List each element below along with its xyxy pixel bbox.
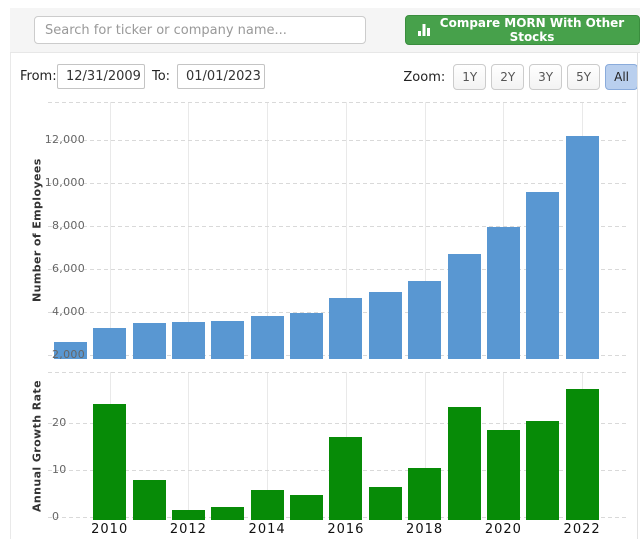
employees-plot-top-border — [48, 102, 628, 103]
growth-bar-2020 — [487, 430, 520, 521]
x-tick-label-2020: 2020 — [473, 522, 533, 537]
dashed-gridline — [48, 140, 628, 141]
y-tick-label: 12,000 — [38, 133, 85, 147]
growth-bar-2010 — [93, 404, 126, 521]
employees-bar-2019 — [448, 254, 481, 359]
x-tick-label-2016: 2016 — [316, 522, 376, 537]
growth-bar-2019 — [448, 407, 481, 520]
growth-bar-2012 — [172, 510, 205, 520]
growth-bar-2018 — [408, 468, 441, 520]
y-tick-label: 4,000 — [38, 305, 85, 319]
growth-bar-2011 — [133, 480, 166, 520]
employees-bar-2011 — [133, 323, 166, 359]
employees-bar-2018 — [408, 281, 441, 359]
employees-growth-charts: Number of Employees Annual Growth Rate 2… — [0, 0, 640, 539]
growth-bar-2016 — [329, 437, 362, 520]
y-tick-label: 20 — [52, 416, 92, 430]
employees-bar-2021 — [526, 192, 559, 359]
y-tick-label: 10,000 — [38, 176, 85, 190]
growth-bar-2013 — [211, 507, 244, 520]
growth-bar-2014 — [251, 490, 284, 520]
x-tick-label-2012: 2012 — [158, 522, 218, 537]
y-tick-label: 10 — [52, 463, 92, 477]
growth-plot-top-border — [48, 372, 628, 373]
page: Compare MORN With Other Stocks From: To:… — [0, 0, 640, 539]
x-tick-label-2010: 2010 — [80, 522, 140, 537]
growth-bar-2015 — [290, 495, 323, 520]
y-tick-label: 2,000 — [38, 348, 85, 362]
x-tick-label-2018: 2018 — [395, 522, 455, 537]
employees-bar-2020 — [487, 227, 520, 359]
growth-bar-2021 — [526, 421, 559, 520]
employees-bar-2016 — [329, 298, 362, 359]
employees-plot[interactable] — [48, 102, 628, 359]
growth-axis-title: Annual Growth Rate — [30, 372, 44, 520]
employees-bar-2015 — [290, 313, 323, 360]
dashed-gridline — [48, 183, 628, 184]
container-left-border — [10, 53, 11, 539]
employees-bar-2010 — [93, 328, 126, 359]
employees-bar-2013 — [211, 321, 244, 360]
container-right-border — [637, 53, 638, 539]
y-tick-label: 8,000 — [38, 219, 85, 233]
employees-bar-2014 — [251, 316, 284, 359]
employees-bar-2022 — [566, 136, 599, 359]
x-tick-label-2022: 2022 — [552, 522, 612, 537]
x-tick-label-2014: 2014 — [237, 522, 297, 537]
employees-bar-2017 — [369, 292, 402, 359]
growth-bar-2022 — [566, 389, 599, 520]
growth-bar-2017 — [369, 487, 402, 520]
vertical-gridline-2012 — [188, 372, 189, 520]
employees-bar-2012 — [172, 322, 205, 359]
y-tick-label: 6,000 — [38, 262, 85, 276]
growth-plot[interactable] — [48, 372, 628, 520]
